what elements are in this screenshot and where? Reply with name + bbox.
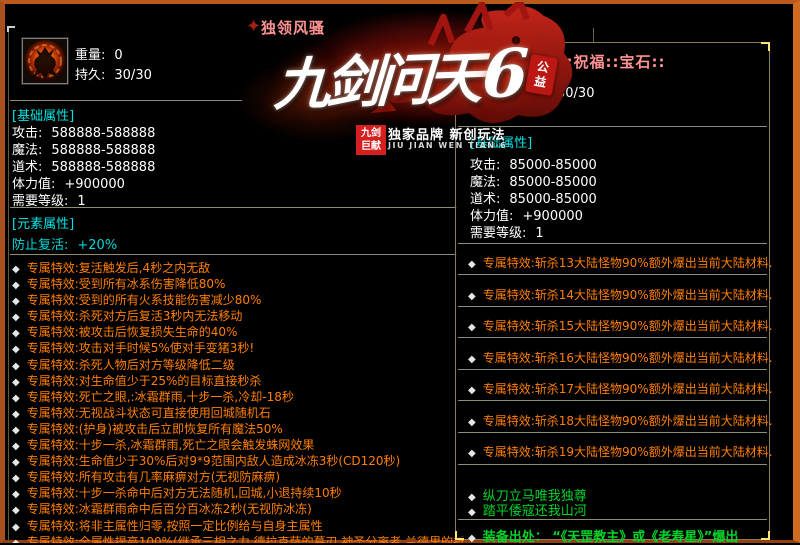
diamond-icon: ◆	[12, 264, 20, 275]
diamond-icon: ◆	[468, 259, 476, 270]
special-row: ◆专属特效:斩杀14大陆怪物90%额外爆出当前大陆材料.	[468, 286, 773, 303]
corner-accent	[455, 42, 464, 51]
right-item-tooltip: ::祝福::宝石:: 0 30/30 [基础属性] 攻击:85000-85000…	[455, 42, 770, 540]
special-row: ◆专属特效:被攻击后恢复损失生命的40%	[12, 324, 464, 340]
special-row: ◆专属特效:攻击对手时候5%使对手变猪3秒!	[12, 340, 464, 356]
special-row: ◆专属特效:将非主属性归零,按照一定比例给与自身主属性	[12, 518, 464, 534]
weight-value: 0	[114, 48, 122, 63]
base-attr-header-right: [基础属性]	[470, 132, 532, 151]
diamond-icon: ◆	[12, 441, 20, 452]
special-row: ◆专属特效:斩杀15大陆怪物90%额外爆出当前大陆材料.	[468, 317, 773, 334]
divider	[458, 519, 767, 520]
divider	[458, 126, 767, 127]
corner-accent	[761, 531, 770, 540]
diamond-icon: ◆	[12, 505, 20, 516]
diamond-icon: ◆	[12, 457, 20, 468]
diamond-icon: ◆	[12, 312, 20, 323]
diamond-icon: ◆	[468, 322, 476, 333]
special-row: ◆专属特效:所有攻击有几率麻痹对方(无视防麻痹)	[12, 469, 464, 485]
divider	[458, 432, 767, 433]
corner-accent	[455, 531, 464, 540]
item-icon[interactable]	[22, 38, 68, 84]
special-effects-list-left: ◆专属特效:复活触发后,4秒之内无敌 ◆专属特效:受到所有冰系伤害降低80% ◆…	[12, 260, 464, 543]
diamond-icon: ◆	[468, 448, 476, 459]
weight-line: 重量: 0	[75, 44, 123, 63]
lore-line: ◆踏平倭寇还我山河	[468, 500, 587, 519]
special-row: ◆专属特效:斩杀17大陆怪物90%额外爆出当前大陆材料.	[468, 380, 773, 397]
durability-value: 30/30	[114, 68, 151, 83]
diamond-icon: ◆	[12, 409, 20, 420]
special-row: ◆专属特效:全属性提高100%(继承三相之力,德拉克萨的暮刃,神圣分离者,兰德里…	[12, 534, 464, 543]
diamond-icon: ◆	[12, 393, 20, 404]
stat-label: 防止复活:	[12, 238, 68, 253]
special-row: ◆专属特效:斩杀18大陆怪物90%额外爆出当前大陆材料.	[468, 412, 773, 429]
special-row: ◆专属特效:生命值少于30%后对9*9范围内敌人造成冰冻3秒(CD120秒)	[12, 453, 464, 469]
diamond-icon: ◆	[12, 425, 20, 436]
special-row: ◆专属特效:杀死人物后对方等级降低二级	[12, 357, 464, 373]
diamond-icon: ◆	[12, 280, 20, 291]
divider	[458, 400, 767, 401]
diamond-icon: ◆	[468, 291, 476, 302]
special-row: ◆专属特效:斩杀19大陆怪物90%额外爆出当前大陆材料.	[468, 443, 773, 460]
special-row: ◆专属特效:对生命值少于25%的目标直接秒杀	[12, 373, 464, 389]
diamond-icon: ◆	[468, 417, 476, 428]
element-attr-header: [元素属性]	[12, 213, 74, 232]
special-row: ◆专属特效:杀死对方后复活3秒内无法移动	[12, 308, 464, 324]
left-panel-border-stub	[593, 28, 594, 43]
diamond-icon: ◆	[12, 377, 20, 388]
divider	[458, 369, 767, 370]
diamond-icon: ◆	[12, 473, 20, 484]
weight-label: 重量:	[75, 48, 105, 63]
diamond-icon: ◆	[12, 328, 20, 339]
diamond-icon: ◆	[468, 354, 476, 365]
divider	[458, 337, 767, 338]
diamond-icon: ◆	[12, 296, 20, 307]
special-row: ◆专属特效:(护身)被攻击后立即恢复所有魔法50%	[12, 421, 464, 437]
divider	[10, 207, 457, 208]
weight-value-right: 0	[558, 62, 566, 77]
special-row: ◆专属特效:十步一杀,冰霜群雨,死亡之眼会触发蛛网效果	[12, 437, 464, 453]
item-name-right: ::祝福::宝石::	[456, 51, 769, 72]
stat-value: 1	[535, 226, 543, 241]
stat-value: +20%	[77, 238, 117, 253]
diamond-icon: ◆	[468, 385, 476, 396]
durability-line: 持久: 30/30	[75, 64, 152, 83]
divider	[458, 464, 767, 465]
special-row: ◆专属特效:斩杀13大陆怪物90%额外爆出当前大陆材料.	[468, 254, 773, 271]
diamond-icon: ◆	[468, 507, 476, 518]
diamond-icon: ◆	[468, 533, 476, 544]
special-row: ◆专属特效:受到所有冰系伤害降低80%	[12, 276, 464, 292]
divider	[458, 243, 767, 244]
special-row: ◆专属特效:受到的所有火系技能伤害减少80%	[12, 292, 464, 308]
diamond-icon: ◆	[12, 344, 20, 355]
durability-label: 持久:	[75, 68, 105, 83]
left-panel-border	[8, 28, 9, 543]
special-row: ◆专属特效:死亡之眼,:冰霜群雨,十步一杀,冷却-18秒	[12, 389, 464, 405]
stat-label: 需要等级:	[470, 226, 526, 241]
special-row: ◆专属特效:冰霜群雨命中后百分百冰冻2秒(无视防冰冻)	[12, 501, 464, 517]
durability-value-right: 30/30	[557, 86, 594, 101]
special-row: ◆专属特效:无视战斗状态可直接使用回城随机石	[12, 405, 464, 421]
special-row: ◆专属特效:斩杀16大陆怪物90%额外爆出当前大陆材料.	[468, 349, 773, 366]
special-row: ◆专属特效:十步一杀命中后对方无法随机,回城,小退持续10秒	[12, 485, 464, 501]
stat-level-right: 需要等级: 1	[470, 222, 544, 241]
item-name-left: 独领风骚	[8, 17, 578, 38]
stat-anti-revive: 防止复活: +20%	[12, 234, 117, 253]
diamond-icon: ◆	[12, 538, 20, 543]
diamond-icon: ◆	[12, 361, 20, 372]
diamond-icon: ◆	[12, 522, 20, 533]
divider	[458, 274, 767, 275]
diamond-icon: ◆	[12, 489, 20, 500]
special-row: ◆专属特效:复活触发后,4秒之内无敌	[12, 260, 464, 276]
item-source-line: ◆装备出处： “《天罡教主》或《老寿星》”爆出	[468, 526, 738, 545]
corner-accent	[761, 42, 770, 51]
divider	[10, 100, 242, 101]
divider	[10, 254, 457, 255]
divider	[458, 306, 767, 307]
